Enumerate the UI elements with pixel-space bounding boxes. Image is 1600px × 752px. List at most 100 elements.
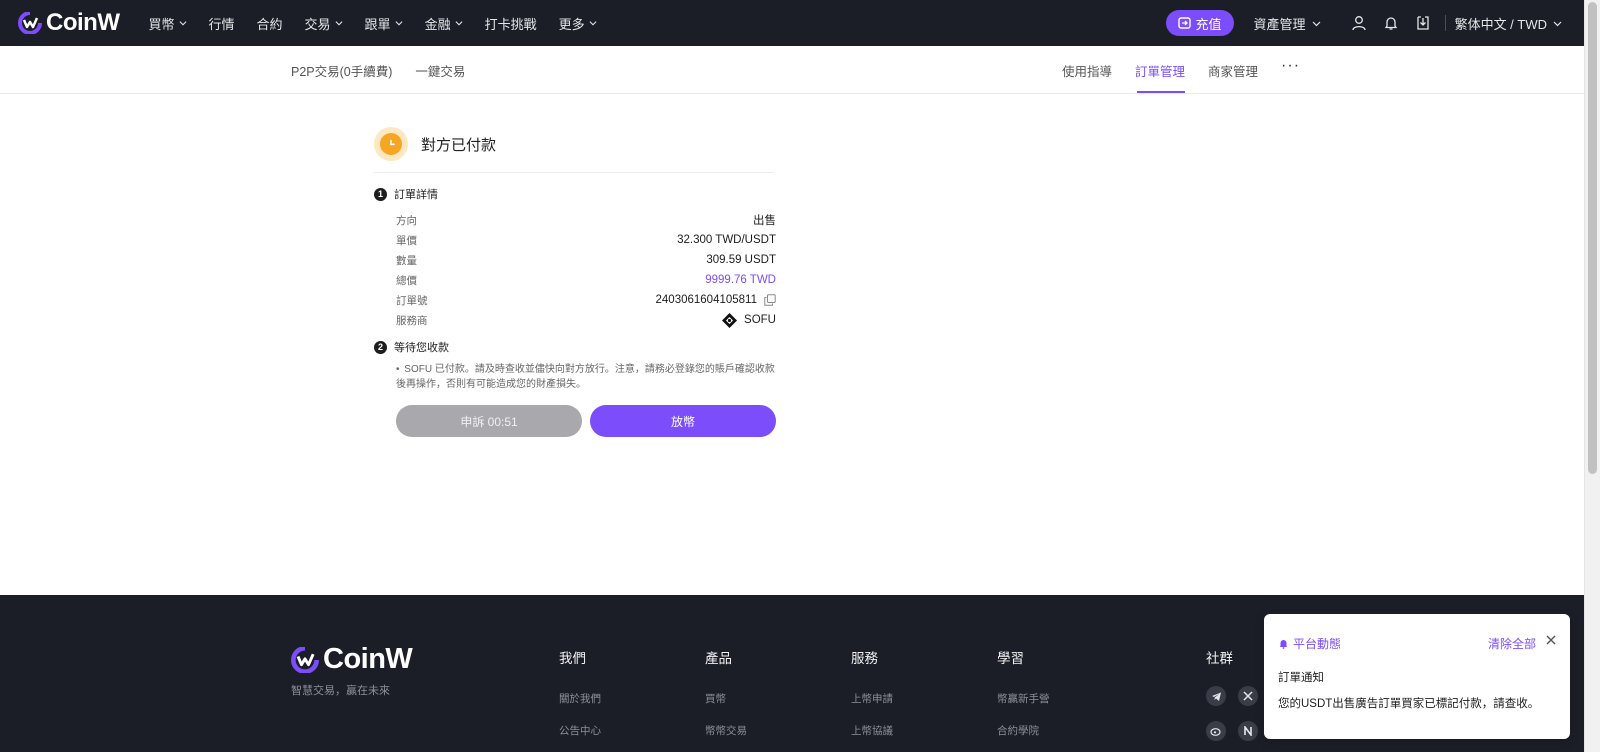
order-number-value: 2403061604105811 <box>656 294 776 306</box>
tab-user-guide[interactable]: 使用指導 <box>1062 46 1112 94</box>
close-icon[interactable] <box>1544 633 1558 647</box>
chevron-down-icon <box>335 21 343 26</box>
provider-value: SOFU <box>721 312 776 329</box>
detail-label: 訂單號 <box>396 294 428 307</box>
nav-item-label: 行情 <box>208 16 235 32</box>
footer-link[interactable]: 幣贏新手營 <box>997 691 1050 723</box>
detail-label: 總價 <box>396 274 417 287</box>
toast-header: 平台動態 <box>1278 635 1341 652</box>
bullet: • <box>396 364 400 375</box>
detail-row-provider: 服務商 SOFU <box>396 310 776 330</box>
appeal-button[interactable]: 申訴 00:51 <box>396 405 582 437</box>
step-1-header: 1 訂單詳情 <box>374 187 776 201</box>
detail-value: 32.300 TWD/USDT <box>677 234 776 246</box>
more-options-icon[interactable]: ··· <box>1281 57 1300 75</box>
nav-item-label: 跟單 <box>364 16 391 32</box>
notice-text: SOFU 已付款。請及時查收並儘快向對方放行。注意，請務必登錄您的賬戶確認收款後… <box>396 364 775 390</box>
clock-icon <box>374 127 408 161</box>
footer-logo[interactable]: CoinW <box>291 643 413 676</box>
x-icon[interactable] <box>1238 686 1258 706</box>
user-icon[interactable] <box>1344 8 1374 38</box>
step-number: 1 <box>374 187 387 201</box>
bell-icon <box>1279 640 1288 649</box>
nav-item[interactable]: 買幣 <box>148 14 186 33</box>
footer-slogan: 智慧交易，贏在未來 <box>291 685 390 697</box>
divider <box>374 172 774 173</box>
detail-row-order-number: 訂單號 2403061604105811 <box>396 290 776 310</box>
nav-item[interactable]: 更多 <box>559 14 597 33</box>
footer-col-services: 服務 上幣申請 上幣協議 <box>851 647 893 752</box>
deposit-button[interactable]: 充值 <box>1165 10 1234 36</box>
sofu-logo-icon <box>722 312 738 328</box>
chevron-down-icon <box>179 21 186 26</box>
footer-col-title: 服務 <box>851 651 878 666</box>
footer-logo-text: CoinW <box>323 643 413 675</box>
step-title: 訂單詳情 <box>394 189 438 201</box>
asset-management-label: 資產管理 <box>1253 16 1306 32</box>
copy-icon[interactable] <box>764 294 776 306</box>
footer-link[interactable]: 合約學院 <box>997 723 1050 752</box>
nav-item[interactable]: 交易 <box>305 14 343 33</box>
sub-nav: P2P交易(0手續費) 一鍵交易 使用指導 訂單管理 商家管理 ··· <box>0 46 1584 94</box>
detail-row-direction: 方向 出售 <box>396 210 776 230</box>
footer-link[interactable]: 公告中心 <box>559 723 601 752</box>
step-title: 等待您收款 <box>394 342 449 354</box>
nav-item[interactable]: 跟單 <box>365 14 403 33</box>
asset-management-menu[interactable]: 資產管理 <box>1254 14 1321 33</box>
coinw-logo-icon <box>291 646 319 673</box>
footer-link[interactable]: 幣幣交易 <box>705 723 747 752</box>
nav-item[interactable]: 行情 <box>209 14 235 33</box>
nav-item[interactable]: 金融 <box>425 14 463 33</box>
footer-col-title: 我們 <box>559 651 586 666</box>
nav-item-label: 更多 <box>558 16 585 32</box>
detail-row-total: 總價 9999.76 TWD <box>396 270 776 290</box>
deposit-icon <box>1177 17 1191 29</box>
clear-all-button[interactable]: 清除全部 <box>1488 635 1536 652</box>
order-status: 對方已付款 <box>374 126 776 162</box>
top-nav: CoinW 買幣 行情 合約 交易 跟單 金融 打卡挑戰 更多 充值 資產管理 繁体中文 / … <box>0 0 1584 46</box>
notification-toast: 平台動態 清除全部 訂單通知 您的USDT出售廣告訂單買家已標記付款，請查收。 <box>1264 614 1570 739</box>
tab-p2p-trade[interactable]: P2P交易(0手續費) <box>291 61 392 80</box>
nav-item-label: 金融 <box>424 16 451 32</box>
scrollbar-thumb[interactable] <box>1588 2 1597 474</box>
detail-label: 服務商 <box>396 314 428 327</box>
footer-link[interactable]: 上幣申請 <box>851 691 893 723</box>
language-label: 繁体中文 / TWD <box>1454 16 1547 32</box>
detail-label: 數量 <box>396 254 417 267</box>
telegram-icon[interactable] <box>1206 686 1226 706</box>
order-number-text: 2403061604105811 <box>655 294 757 306</box>
tab-order-management[interactable]: 訂單管理 <box>1135 46 1186 94</box>
footer-link[interactable]: 買幣 <box>705 691 747 723</box>
detail-label: 單價 <box>396 234 417 247</box>
language-currency-selector[interactable]: 繁体中文 / TWD <box>1455 14 1562 33</box>
chevron-down-icon <box>395 21 403 26</box>
footer-col-title: 學習 <box>997 651 1024 666</box>
nav-item-label: 交易 <box>304 16 331 32</box>
download-icon[interactable] <box>1408 8 1438 38</box>
logo-text: CoinW <box>46 9 120 36</box>
nav-item[interactable]: 打卡挑戰 <box>485 14 537 33</box>
detail-label: 方向 <box>396 214 417 227</box>
order-status-text: 對方已付款 <box>421 136 497 154</box>
footer-link[interactable]: 上幣協議 <box>851 723 893 752</box>
n-icon[interactable] <box>1238 721 1258 741</box>
tab-one-click-trade[interactable]: 一鍵交易 <box>415 61 465 80</box>
detail-row-price: 單價 32.300 TWD/USDT <box>396 230 776 250</box>
bell-icon[interactable] <box>1376 8 1406 38</box>
action-buttons: 申訴 00:51 放幣 <box>396 405 776 437</box>
order-detail-panel: 對方已付款 1 訂單詳情 方向 出售 單價 32.300 TWD/USDT 數量… <box>374 126 776 437</box>
weibo-icon[interactable] <box>1206 721 1226 741</box>
nav-item[interactable]: 合約 <box>257 14 283 33</box>
tab-merchant-management[interactable]: 商家管理 <box>1208 46 1258 94</box>
release-coin-button[interactable]: 放幣 <box>590 405 776 437</box>
footer-link[interactable]: 關於我們 <box>559 691 601 723</box>
coinw-logo[interactable]: CoinW <box>18 9 120 37</box>
provider-name: SOFU <box>744 314 776 326</box>
footer-col-title: 產品 <box>705 651 732 666</box>
page-scrollbar[interactable] <box>1584 0 1600 752</box>
nav-item-label: 買幣 <box>148 16 175 32</box>
chevron-down-icon <box>589 21 597 26</box>
order-detail-list: 方向 出售 單價 32.300 TWD/USDT 數量 309.59 USDT … <box>396 210 776 330</box>
footer-col-products: 產品 買幣 幣幣交易 <box>705 647 747 752</box>
step-2-header: 2 等待您收款 <box>374 340 776 354</box>
